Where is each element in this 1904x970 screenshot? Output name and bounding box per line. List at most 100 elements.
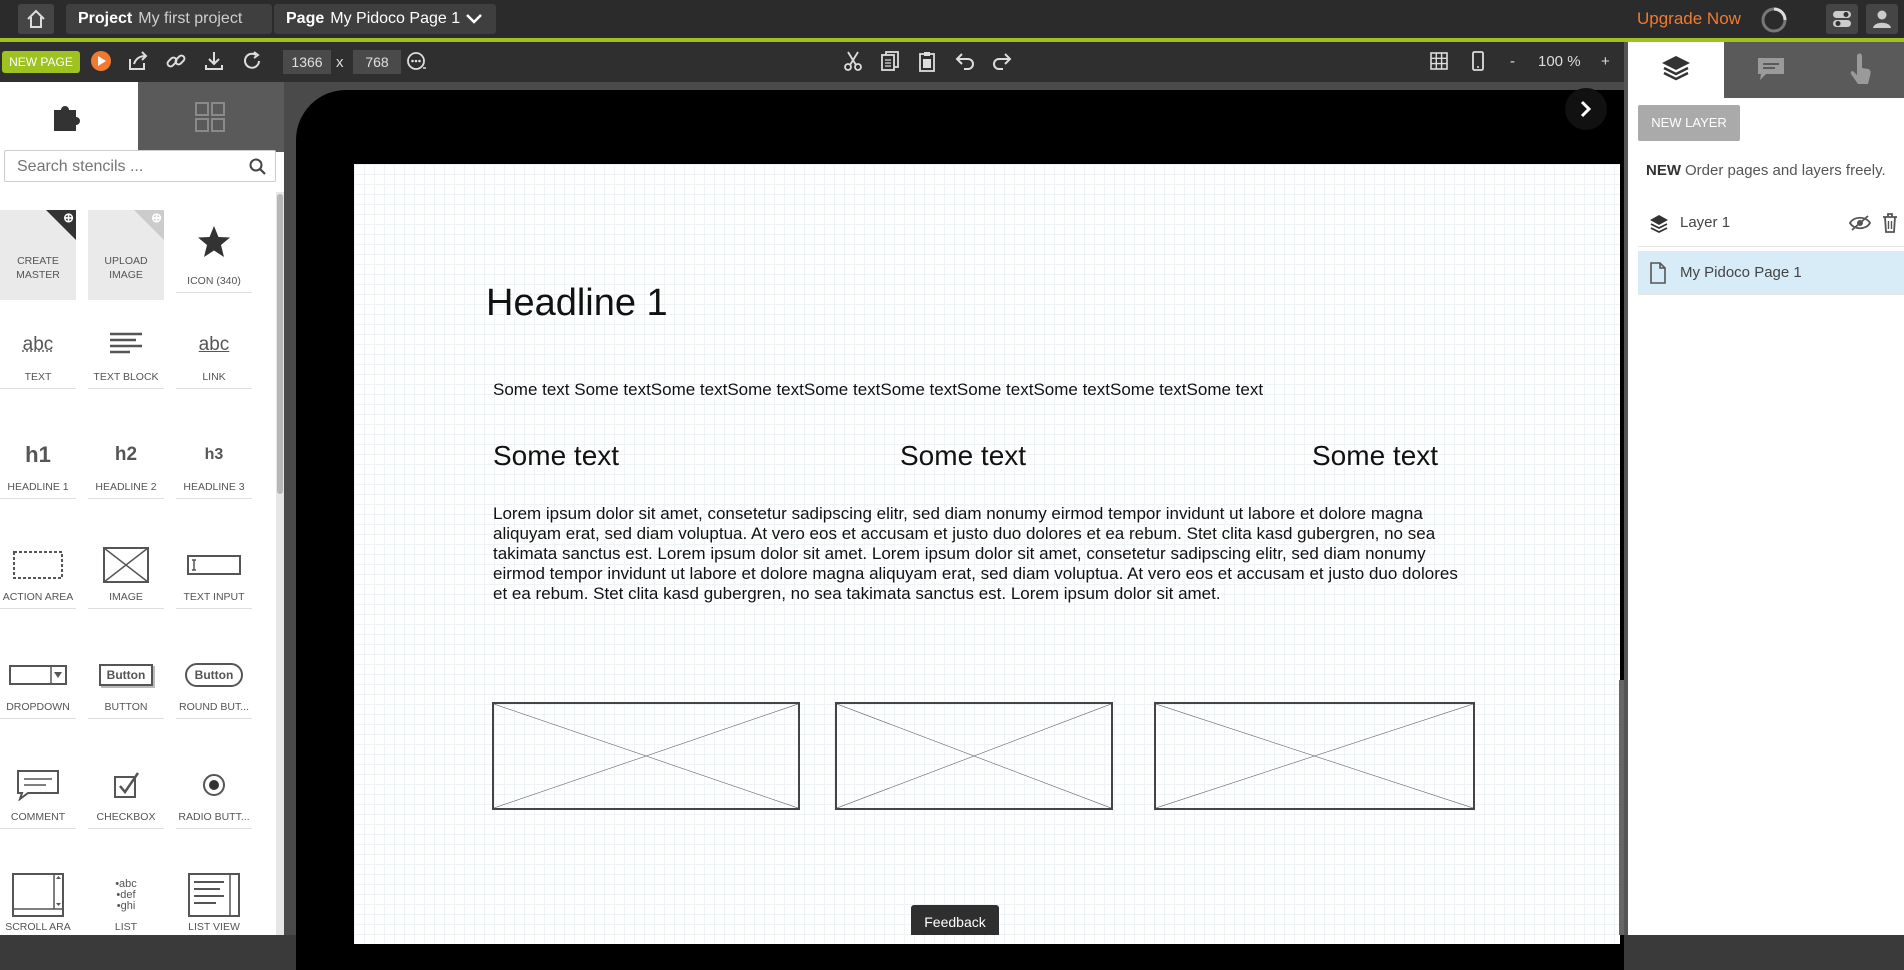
stencil-round-button[interactable]: Button ROUND BUT... [176,650,252,740]
page-height-input[interactable] [353,50,401,74]
stencil-search-input[interactable] [15,152,239,182]
tab-interactions[interactable] [1820,42,1904,98]
canvas-column-text-2[interactable]: Some text [900,440,1026,472]
new-layer-button[interactable]: NEW LAYER [1638,105,1740,141]
stencil-list-view[interactable]: LIST VIEW [176,870,252,960]
stencil-panel: ⊕ CREATE MASTER ⊕ UPLOAD IMAGE ICON (340… [0,82,284,935]
stencil-label: LIST VIEW [176,920,252,934]
image-placeholder-1[interactable] [492,702,800,810]
note-badge: NEW [1646,162,1681,179]
hide-eye-icon[interactable] [1849,214,1871,232]
copy-button[interactable] [879,50,903,74]
tab-stencils[interactable] [0,82,138,152]
stencil-label: CHECKBOX [88,810,164,824]
canvas-column-text-1[interactable]: Some text [493,440,619,472]
list-line: •def [116,890,135,901]
canvas-paragraph[interactable]: Lorem ipsum dolor sit amet, consetetur s… [493,504,1471,604]
list-line: •abc [115,879,137,890]
stencil-label: IMAGE [88,590,164,604]
stencil-dropdown[interactable]: DROPDOWN [0,650,76,740]
stencil-text[interactable]: abc TEXT [0,320,76,410]
trash-icon[interactable] [1881,212,1899,234]
undo-button[interactable] [954,50,978,74]
project-name: My first project [138,10,242,27]
project-breadcrumb[interactable]: Project My first project [66,4,272,34]
stencil-headline-1[interactable]: h1 HEADLINE 1 [0,430,76,520]
layers-panel: NEW LAYER NEW Order pages and layers free… [1624,42,1904,935]
refresh-button[interactable] [241,50,265,74]
home-icon [26,9,46,29]
page-width-input[interactable] [283,50,331,74]
stencil-radio-button[interactable]: RADIO BUTT... [176,760,252,850]
stencil-create-master[interactable]: ⊕ CREATE MASTER [0,210,76,300]
redo-icon [991,50,1013,72]
search-icon[interactable] [249,158,267,176]
play-simulation-button[interactable] [90,50,114,74]
redo-button[interactable] [991,50,1015,74]
tab-comments[interactable] [1724,42,1820,98]
grid-toggle-button[interactable] [1428,50,1452,74]
feedback-button[interactable]: Feedback [911,905,999,935]
download-button[interactable] [203,50,227,74]
plus-icon: ⊕ [63,211,74,224]
stencil-button[interactable]: Button BUTTON [88,650,164,740]
stencil-label: DROPDOWN [0,700,76,714]
link-button[interactable] [165,50,189,74]
list-line: •ghi [117,901,136,912]
stencil-icon[interactable]: ICON (340) [176,210,252,300]
stencil-label: TEXT [0,370,76,384]
zoom-out-button[interactable]: - [1510,53,1515,70]
tab-masters[interactable] [138,82,284,152]
stencil-headline-2[interactable]: h2 HEADLINE 2 [88,430,164,520]
page-document-icon [1648,262,1668,284]
image-placeholder-3[interactable] [1154,702,1475,810]
device-presets-button[interactable] [406,50,430,74]
user-account-button[interactable] [1866,4,1898,34]
upgrade-link[interactable]: Upgrade Now [1637,9,1741,29]
stencil-scroll-area[interactable]: SCROLL ARA [0,870,76,960]
stencil-link[interactable]: abc LINK [176,320,252,410]
home-button[interactable] [18,4,54,34]
stencil-image[interactable]: IMAGE [88,540,164,630]
stencil-scrollbar-thumb[interactable] [277,194,283,494]
share-button[interactable] [127,50,151,74]
canvas-column-text-3[interactable]: Some text [1312,440,1438,472]
stencil-action-area[interactable]: ACTION AREA [0,540,76,630]
stencil-label: LINK [176,370,252,384]
stencil-headline-3[interactable]: h3 HEADLINE 3 [176,430,252,520]
stencil-text-block[interactable]: TEXT BLOCK [88,320,164,410]
puzzle-pieces-icon [193,100,227,134]
page-canvas[interactable]: Headline 1 Some text Some textSome textS… [354,164,1620,944]
stencil-label: RADIO BUTT... [176,810,252,824]
chevron-down-icon [466,14,482,24]
settings-toggle-button[interactable] [1826,4,1858,34]
undo-icon [954,50,976,72]
page-breadcrumb[interactable]: Page My Pidoco Page 1 [274,4,496,34]
tab-layers[interactable] [1628,42,1724,98]
cut-button[interactable] [842,50,866,74]
copy-icon [879,50,901,72]
zoom-in-button[interactable]: + [1601,53,1610,70]
scissors-icon [842,50,864,72]
collapse-panel-button[interactable] [1565,88,1607,130]
chain-link-icon [165,50,187,72]
stencil-text-input[interactable]: TEXT INPUT [176,540,252,630]
page-row-my-pidoco-page-1[interactable]: My Pidoco Page 1 [1638,251,1904,295]
link-abc-icon: abc [199,334,230,356]
stencil-comment[interactable]: COMMENT [0,760,76,850]
canvas-text-line[interactable]: Some text Some textSome textSome textSom… [493,380,1263,400]
stencil-list[interactable]: •abc •def •ghi LIST [88,870,164,960]
text-input-icon [187,553,241,577]
image-placeholder-icon [1156,704,1473,808]
canvas-headline[interactable]: Headline 1 [486,282,668,325]
chevron-right-icon [1579,100,1593,118]
stencil-upload-image[interactable]: ⊕ UPLOAD IMAGE [88,210,164,300]
image-placeholder-2[interactable] [835,702,1113,810]
stencil-checkbox[interactable]: CHECKBOX [88,760,164,850]
dimension-separator: x [336,54,344,71]
refresh-icon [241,50,263,72]
paste-button[interactable] [916,50,940,74]
device-view-button[interactable] [1467,50,1491,74]
layer-row-layer-1[interactable]: Layer 1 [1638,199,1904,247]
new-page-button[interactable]: NEW PAGE [2,51,80,73]
